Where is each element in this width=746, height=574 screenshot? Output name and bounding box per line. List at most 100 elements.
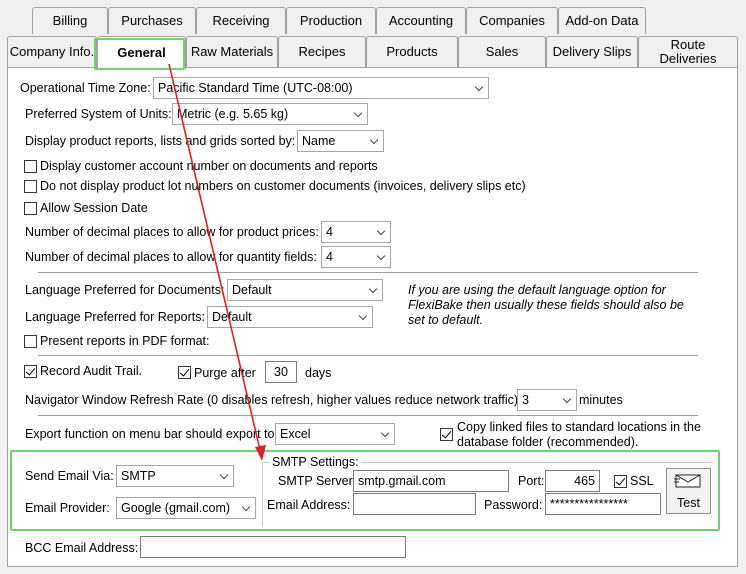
tab-products[interactable]: Products	[366, 36, 458, 67]
chevron-down-icon	[350, 104, 364, 124]
divider	[38, 355, 698, 356]
tab-sales[interactable]: Sales	[458, 36, 546, 67]
qty-decimals-select[interactable]: 4	[321, 246, 391, 268]
sort-value: Name	[302, 134, 336, 148]
lang-docs-label: Language Preferred for Documents:	[25, 283, 225, 297]
password-input[interactable]: ****************	[545, 493, 661, 515]
general-tab-highlight	[94, 38, 185, 70]
qty-decimals-label: Number of decimal places to allow for qu…	[25, 250, 317, 264]
cust-account-label: Display customer account number on docum…	[40, 159, 378, 173]
provider-select[interactable]: Google (gmail.com)	[116, 497, 256, 519]
password-label: Password:	[484, 498, 543, 512]
tab-label: Receiving	[212, 13, 270, 28]
tab-label: Company Info.	[9, 44, 95, 59]
provider-label: Email Provider:	[25, 501, 110, 515]
divider	[38, 415, 698, 416]
chevron-down-icon	[238, 498, 252, 518]
purge-label: Purge after	[194, 366, 256, 380]
tab-label: Raw Materials	[190, 44, 274, 59]
port-input[interactable]: 465	[545, 470, 600, 492]
chevron-down-icon	[216, 466, 230, 486]
session-date-checkbox[interactable]	[24, 202, 37, 215]
chevron-down-icon	[471, 78, 485, 98]
refresh-label: Navigator Window Refresh Rate (0 disable…	[25, 393, 519, 407]
send-via-select[interactable]: SMTP	[116, 465, 234, 487]
units-select[interactable]: Metric (e.g. 5.65 kg)	[172, 103, 368, 125]
address-input[interactable]	[353, 493, 476, 515]
export-label: Export function on menu bar should expor…	[25, 427, 278, 441]
chevron-down-icon	[377, 424, 391, 444]
purge-days-input[interactable]: 30	[265, 361, 297, 383]
copy-linked-checkbox[interactable]	[440, 428, 453, 441]
tab-label: Route Deliveries	[659, 37, 717, 66]
tab-accounting[interactable]: Accounting	[376, 7, 466, 34]
export-value: Excel	[280, 427, 311, 441]
tab-raw-materials[interactable]: Raw Materials	[186, 36, 278, 67]
tab-company-info[interactable]: Company Info.	[7, 36, 97, 67]
chevron-down-icon	[365, 280, 379, 300]
bcc-input[interactable]	[140, 536, 406, 558]
audit-checkbox[interactable]	[24, 365, 37, 378]
divider	[38, 272, 698, 273]
days-label: days	[305, 366, 332, 380]
lot-numbers-label: Do not display product lot numbers on cu…	[40, 179, 526, 193]
audit-label: Record Audit Trail.	[40, 364, 143, 378]
purge-checkbox[interactable]	[178, 366, 191, 379]
bcc-label: BCC Email Address:	[25, 541, 139, 555]
refresh-value: 3	[522, 393, 529, 407]
tab-label: Billing	[52, 13, 88, 28]
export-select[interactable]: Excel	[275, 423, 395, 445]
tab-receiving[interactable]: Receiving	[196, 7, 286, 34]
sort-select[interactable]: Name	[297, 130, 384, 152]
tab-label: Recipes	[298, 44, 346, 59]
tab-label: Delivery Slips	[552, 44, 632, 59]
lang-note: If you are using the default language op…	[408, 283, 684, 327]
chevron-down-icon	[373, 247, 387, 267]
provider-value: Google (gmail.com)	[121, 501, 231, 515]
price-decimals-select[interactable]: 4	[321, 221, 391, 243]
sort-label: Display product reports, lists and grids…	[25, 134, 296, 148]
qty-decimals-value: 4	[326, 250, 333, 264]
smtp-settings-label: SMTP Settings:	[270, 455, 361, 470]
lot-numbers-checkbox[interactable]	[24, 180, 37, 193]
units-label: Preferred System of Units:	[25, 107, 172, 121]
tab-add-on-data[interactable]: Add-on Data	[558, 7, 646, 34]
send-via-label: Send Email Via:	[25, 469, 114, 483]
port-label: Port:	[518, 474, 545, 488]
lang-reports-value: Default	[212, 310, 252, 324]
time-zone-select[interactable]: Pacific Standard Time (UTC-08:00)	[153, 77, 489, 99]
tab-label: Purchases	[121, 13, 183, 28]
refresh-select[interactable]: 3	[517, 389, 577, 411]
ssl-checkbox[interactable]	[614, 475, 627, 488]
tab-purchases[interactable]: Purchases	[108, 7, 196, 34]
test-button[interactable]: Test	[666, 468, 711, 514]
email-test-icon	[674, 474, 701, 488]
address-label: Email Address:	[267, 498, 351, 512]
chevron-down-icon	[366, 131, 380, 151]
time-zone-label: Operational Time Zone:	[20, 81, 151, 95]
tab-companies[interactable]: Companies	[466, 7, 558, 34]
tab-label: Sales	[485, 44, 519, 59]
cust-account-checkbox[interactable]	[24, 160, 37, 173]
session-date-label: Allow Session Date	[40, 201, 148, 215]
pdf-checkbox[interactable]	[24, 335, 37, 348]
price-decimals-value: 4	[326, 225, 333, 239]
lang-docs-value: Default	[232, 283, 272, 297]
chevron-down-icon	[373, 222, 387, 242]
pdf-label: Present reports in PDF format:	[40, 334, 210, 348]
lang-reports-select[interactable]: Default	[207, 306, 373, 328]
lang-reports-label: Language Preferred for Reports:	[25, 310, 205, 324]
server-input[interactable]: smtp.gmail.com	[353, 470, 509, 492]
copy-linked-label: Copy linked files to standard locations …	[457, 420, 701, 449]
tab-billing[interactable]: Billing	[32, 7, 108, 34]
test-label: Test	[677, 496, 700, 510]
tab-production[interactable]: Production	[286, 7, 376, 34]
ssl-label: SSL	[630, 474, 654, 488]
lang-docs-select[interactable]: Default	[227, 279, 383, 301]
tab-route-deliveries[interactable]: Route Deliveries	[638, 36, 738, 67]
units-value: Metric (e.g. 5.65 kg)	[177, 107, 289, 121]
tab-label: Add-on Data	[565, 13, 639, 28]
send-via-value: SMTP	[121, 469, 156, 483]
tab-recipes[interactable]: Recipes	[278, 36, 366, 67]
tab-delivery-slips[interactable]: Delivery Slips	[546, 36, 638, 67]
